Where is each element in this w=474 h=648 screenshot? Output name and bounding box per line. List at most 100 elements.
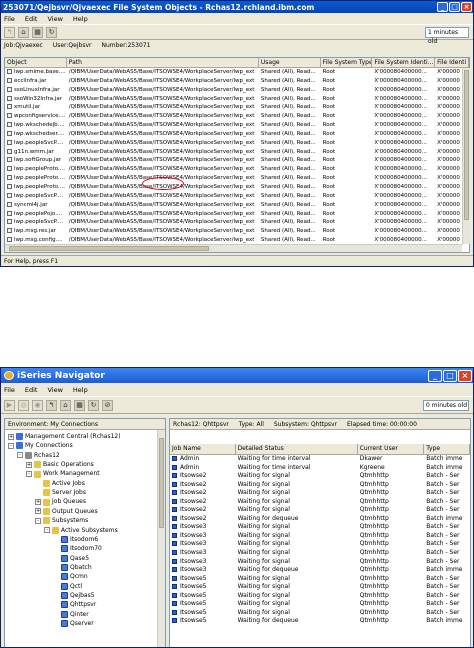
up-level-icon[interactable]: ↰ — [46, 399, 57, 411]
properties-icon[interactable]: ⌂ — [18, 26, 29, 38]
properties-icon[interactable]: ⌂ — [60, 399, 71, 411]
tree-node[interactable]: - Work Management — [26, 469, 100, 478]
job-row[interactable]: Admin Waiting for time interval Dkawer Batc… — [170, 455, 470, 464]
job-row[interactable]: Itsowse5 Waiting for signal Qtmhhttp Batch … — [170, 600, 470, 609]
menu-view[interactable]: View — [47, 15, 62, 23]
table-row[interactable]: ssoWin32Infra.jar/QIBM/UserData/WebAS5/B… — [5, 95, 469, 104]
tree-node[interactable]: Qbatch — [53, 563, 92, 572]
job-row[interactable]: Itsowse3 Waiting for signal Qtmhhttp Batch … — [170, 540, 470, 549]
table-row[interactable]: syncml4j.jar/QIBM/UserData/WebAS5/Base/I… — [5, 201, 469, 210]
tree-node[interactable]: + Management Central (Rchas12) — [8, 432, 121, 441]
stop-refresh-icon[interactable]: ⊘ — [102, 399, 113, 411]
expand-icon[interactable]: + — [35, 499, 41, 506]
expand-icon[interactable]: + — [35, 508, 41, 515]
job-row[interactable]: Itsowse2 Waiting for signal Qtmhhttp Batch … — [170, 481, 470, 490]
view-icon[interactable]: ▦ — [32, 26, 43, 38]
tree-node[interactable]: Qserver — [53, 619, 94, 628]
vertical-scrollbar[interactable] — [462, 68, 470, 244]
scroll-thumb[interactable] — [9, 246, 209, 251]
table-row[interactable]: lwp.peopleProto..../QIBM/UserData/WebAS5… — [5, 165, 469, 174]
up-level-icon[interactable]: ↰ — [4, 26, 15, 38]
menu-help[interactable]: Help — [73, 386, 88, 394]
tree-node[interactable]: - Rchas12 — [17, 451, 60, 460]
table-row[interactable]: lwp.peopleSvcP.... /QIBM/UserData/WebAS5/… — [5, 192, 469, 201]
start-icon[interactable]: ▶ — [4, 399, 15, 411]
tree-node[interactable]: Qase5 — [53, 554, 89, 563]
table-row[interactable]: lwp.smime.base..../QIBM/UserData/WebAS5/… — [5, 68, 469, 77]
tree-node[interactable]: Itsodom70 — [53, 544, 102, 553]
job-row[interactable]: Itsowse5 Waiting for signal Qtmhhttp Batch … — [170, 575, 470, 584]
col-fs-type[interactable]: File System Type — [321, 58, 373, 67]
job-row[interactable]: Itsowse5 Waiting for signal Qtmhhttp Batch … — [170, 583, 470, 592]
col-file-id[interactable]: File Identi — [435, 58, 469, 67]
job-row[interactable]: Itsowse3 Waiting for signal Qtmhhttp Batch … — [170, 532, 470, 541]
job-row[interactable]: Itsowse5 Waiting for signal Qtmhhttp Batch … — [170, 592, 470, 601]
collapse-icon[interactable]: - — [26, 471, 32, 478]
scroll-thumb[interactable] — [464, 70, 469, 220]
tree-scrollbar[interactable] — [157, 430, 165, 647]
expand-icon[interactable]: + — [26, 461, 32, 468]
col-fs-id[interactable]: File System Identi... — [372, 58, 436, 67]
minimize-button[interactable]: _ — [428, 369, 442, 382]
job-row[interactable]: Itsowse3 Waiting for dequeue Qtmhhttp Batch… — [170, 566, 470, 575]
tree-node[interactable]: Active Jobs — [35, 479, 85, 488]
col-object[interactable]: Object — [5, 58, 67, 67]
table-row[interactable]: lwp.softGroup.jar/QIBM/UserData/WebAS5/B… — [5, 156, 469, 165]
table-row[interactable]: lwp.peopleSvcP.... /QIBM/UserData/WebAS5/… — [5, 218, 469, 227]
tree-node[interactable]: Itsodom6 — [53, 535, 98, 544]
table-row[interactable]: lwp.peoplePojo.... /QIBM/UserData/WebAS5/… — [5, 210, 469, 219]
job-row[interactable]: Itsowse3 Waiting for signal Qtmhhttp Batch … — [170, 549, 470, 558]
menu-file[interactable]: File — [4, 386, 15, 394]
table-row[interactable]: lwp.peopleSvcP.... /QIBM/UserData/WebAS5/… — [5, 139, 469, 148]
job-row[interactable]: Itsowse5 Waiting for signal Qtmhhttp Batch … — [170, 609, 470, 618]
job-row[interactable]: Itsowse2 Waiting for signal Qtmhhttp Batch … — [170, 489, 470, 498]
collapse-icon[interactable]: - — [8, 442, 14, 449]
tree-node[interactable]: Server Jobs — [35, 488, 86, 497]
view-icon[interactable]: ▦ — [74, 399, 85, 411]
expand-icon[interactable]: + — [8, 433, 14, 440]
title-bar[interactable]: 253071/Qejbsvr/Qjvaexec File System Obje… — [1, 1, 473, 13]
stop-icon[interactable]: ◉ — [32, 399, 43, 411]
tree-node[interactable]: Qctl — [53, 582, 82, 591]
table-row[interactable]: lwp.wkschedejb..../QIBM/UserData/WebAS5/… — [5, 121, 469, 130]
refresh-icon[interactable]: ↻ — [46, 26, 57, 38]
hold-icon[interactable]: ◎ — [18, 399, 29, 411]
table-row[interactable]: lwp.msg.res.jar/QIBM/UserData/WebAS5/Bas… — [5, 227, 469, 236]
menu-view[interactable]: View — [47, 386, 62, 394]
horizontal-scrollbar[interactable] — [5, 244, 462, 252]
job-row[interactable]: Itsowse5 Waiting for dequeue Qtmhhttp Batch… — [170, 617, 470, 626]
job-row[interactable]: Itsowse3 Waiting for signal Qtmhhttp Batch … — [170, 558, 470, 567]
tree-node[interactable]: + Job Queues — [35, 497, 86, 506]
job-row[interactable]: Itsowse2 Waiting for signal Qtmhhttp Batch … — [170, 506, 470, 515]
refresh-icon[interactable]: ↻ — [88, 399, 99, 411]
table-row[interactable]: lwp.peopleProto..../QIBM/UserData/WebAS5… — [5, 174, 469, 183]
tree-node[interactable]: + Output Queues — [35, 507, 98, 516]
job-row[interactable]: Admin Waiting for time interval Kgreene Bat… — [170, 464, 470, 473]
menu-edit[interactable]: Edit — [25, 386, 38, 394]
minimize-button[interactable]: _ — [437, 2, 448, 12]
menu-edit[interactable]: Edit — [25, 15, 38, 23]
col-current-user[interactable]: Current User — [358, 444, 425, 454]
col-detailed-status[interactable]: Detailed Status — [236, 444, 358, 454]
tree-node[interactable]: Qhttpsvr — [53, 600, 96, 609]
close-button[interactable]: × — [461, 2, 472, 12]
tree-node[interactable]: + Basic Operations — [26, 460, 94, 469]
tree-node[interactable]: - Subsystems — [35, 516, 88, 525]
job-row[interactable]: Itsowse2 Waiting for signal Qtmhhttp Batch … — [170, 472, 470, 481]
collapse-icon[interactable]: - — [44, 527, 50, 534]
table-row[interactable]: wpconfigservice..../QIBM/UserData/WebAS5… — [5, 112, 469, 121]
table-row[interactable]: g11n.wmm.jar/QIBM/UserData/WebAS5/Base/I… — [5, 148, 469, 157]
tree-node[interactable]: Qinter — [53, 610, 89, 619]
menu-help[interactable]: Help — [73, 15, 88, 23]
col-path[interactable]: Path — [67, 58, 259, 67]
job-row[interactable]: Itsowse3 Waiting for signal Qtmhhttp Batch … — [170, 523, 470, 532]
tree-node[interactable]: Qcmn — [53, 572, 88, 581]
tree-node[interactable]: - Active Subsystems — [44, 526, 118, 535]
maximize-button[interactable]: □ — [449, 2, 460, 12]
job-row[interactable]: Itsowse2 Waiting for dequeue Qtmhhttp Batch… — [170, 515, 470, 524]
collapse-icon[interactable]: - — [17, 452, 23, 459]
col-usage[interactable]: Usage — [259, 58, 321, 67]
job-row[interactable]: Itsowse2 Waiting for signal Qtmhhttp Batch … — [170, 498, 470, 507]
tree-node[interactable]: - My Connections — [8, 441, 73, 450]
title-bar[interactable]: iSeries Navigator _ □ × — [1, 368, 473, 383]
